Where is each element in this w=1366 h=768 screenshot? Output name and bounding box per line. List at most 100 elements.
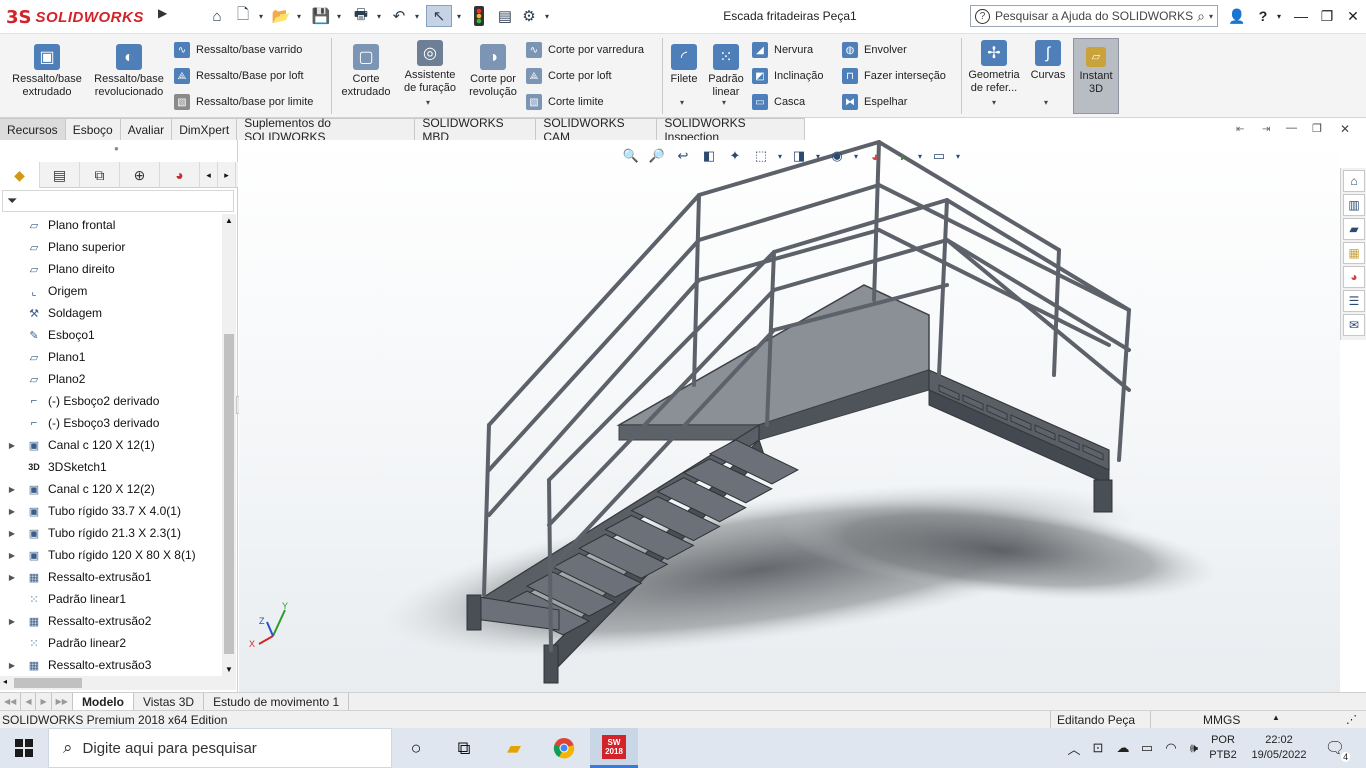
configuration-manager-icon[interactable]: ⧉ (80, 162, 120, 188)
tab-mbd[interactable]: SOLIDWORKS MBD (415, 116, 537, 144)
close-button[interactable]: ✕ (1340, 5, 1366, 27)
tree-item[interactable]: ▱ Plano frontal (0, 214, 222, 236)
clock[interactable]: 22:02 19/05/2022 (1244, 728, 1314, 768)
tree-vertical-scrollbar[interactable]: ▲ ▼ (222, 214, 236, 676)
chevron-down-icon[interactable]: ▾ (1209, 12, 1213, 21)
shell-button[interactable]: ▭ Casca (752, 92, 805, 112)
scrollbar-thumb[interactable] (14, 678, 82, 688)
display-manager-icon[interactable]: ◕ (160, 162, 200, 188)
print-icon[interactable]: 🖶 (350, 5, 372, 27)
staircase-model[interactable] (239, 140, 1340, 692)
expand-arrow-icon[interactable]: ▶ (6, 551, 18, 560)
volume-icon[interactable]: 🕪 (1184, 728, 1204, 768)
tab-dimxpert[interactable]: DimXpert (172, 118, 238, 140)
chevron-down-icon[interactable]: ▾ (454, 5, 464, 27)
lofted-cut-button[interactable]: ⟁ Corte por loft (526, 66, 612, 86)
design-library-icon[interactable]: ▥ (1343, 194, 1365, 216)
previous-view-icon[interactable]: ↩ (672, 146, 694, 166)
expand-arrow-icon[interactable]: ▶ (6, 485, 18, 494)
restore-button[interactable]: ❐ (1314, 5, 1340, 27)
chevron-down-icon[interactable]: ▾ (542, 5, 552, 27)
view-prev-icon[interactable]: ⇤ (1236, 124, 1248, 138)
linear-pattern-button[interactable]: ⁙ Padrão linear (704, 40, 748, 99)
help-search-field[interactable]: ? Pesquisar a Ajuda do SOLIDWORKS ⌕ ▾ (970, 5, 1218, 27)
chevron-down-icon[interactable]: ▾ (776, 146, 784, 166)
apply-scene-icon[interactable]: ◑ (890, 146, 912, 166)
viewport-minimize-button[interactable]: — (1286, 122, 1300, 136)
new-document-icon[interactable]: 🗋 (232, 5, 254, 27)
scrollbar-thumb[interactable] (224, 334, 234, 654)
search-icon[interactable]: ⌕ (1197, 8, 1205, 25)
tree-item[interactable]: ▶ ▣ Tubo rígido 120 X 80 X 8(1) (0, 544, 222, 566)
mirror-button[interactable]: ⧓ Espelhar (842, 92, 907, 112)
wifi-icon[interactable]: ◠ (1160, 728, 1182, 768)
taskbar-search-input[interactable]: Digite aqui para pesquisar (83, 740, 257, 757)
viewport-restore-button[interactable]: ❐ (1312, 122, 1326, 136)
chevron-down-icon[interactable]: ▾ (334, 5, 344, 27)
display-style-icon[interactable]: ◨ (788, 146, 810, 166)
tab-avaliar[interactable]: Avaliar (120, 118, 173, 140)
filter-icon[interactable]: ⏷ (7, 193, 17, 209)
extruded-cut-button[interactable]: ▢ Corte extrudado (336, 40, 396, 99)
expand-arrow-icon[interactable]: ▶ (6, 441, 18, 450)
tab-scroll-last-icon[interactable]: ▶▶ (52, 692, 73, 711)
scroll-left-icon[interactable]: ◂ (3, 677, 7, 686)
tab-modelo[interactable]: Modelo (72, 692, 134, 711)
lofted-boss-button[interactable]: ⟁ Ressalto/Base por loft (174, 66, 304, 86)
tree-horizontal-scrollbar[interactable]: ◂ (0, 676, 236, 690)
chevron-down-icon[interactable]: ▾ (294, 5, 304, 27)
property-manager-icon[interactable]: ▤ (40, 162, 80, 188)
rebuild-icon[interactable] (468, 5, 490, 27)
tree-item[interactable]: ▱ Plano superior (0, 236, 222, 258)
chevron-down-icon[interactable]: ▾ (954, 146, 962, 166)
solidworks-logo[interactable]: 3S SOLIDWORKS (6, 4, 156, 30)
zoom-to-fit-icon[interactable]: 🔍 (620, 146, 642, 166)
panel-splitter-handle[interactable]: ● (114, 144, 119, 153)
menu-expand-arrow-icon[interactable]: ▶ (158, 6, 174, 28)
graphics-area[interactable]: Y X Z (239, 140, 1340, 692)
forum-icon[interactable]: ✉ (1343, 314, 1365, 336)
tree-item[interactable]: ▶ ▣ Tubo rígido 21.3 X 2.3(1) (0, 522, 222, 544)
tree-item[interactable]: ▱ Plano direito (0, 258, 222, 280)
onedrive-icon[interactable]: ☁ (1112, 728, 1134, 768)
appearances-icon[interactable]: ◕ (1343, 266, 1365, 288)
notification-center-icon[interactable]: 🗨 4 (1322, 728, 1351, 768)
expand-arrow-icon[interactable]: ▶ (6, 617, 18, 626)
tree-item[interactable]: ▶ ▣ Tubo rígido 33.7 X 4.0(1) (0, 500, 222, 522)
section-view-icon[interactable]: ◧ (698, 146, 720, 166)
chevron-up-icon[interactable]: ▲ (1272, 713, 1280, 722)
instant3d-button[interactable]: ▱ Instant 3D (1073, 38, 1119, 114)
chevron-down-icon[interactable]: ▾ (992, 98, 996, 107)
custom-properties-icon[interactable]: ☰ (1343, 290, 1365, 312)
select-icon[interactable]: ↖ (426, 5, 452, 27)
scroll-down-icon[interactable]: ▼ (225, 665, 233, 674)
view-orientation-icon[interactable]: ⬚ (750, 146, 772, 166)
tab-cam[interactable]: SOLIDWORKS CAM (536, 116, 658, 144)
chevron-down-icon[interactable]: ▾ (722, 98, 726, 107)
expand-arrow-icon[interactable]: ▶ (6, 507, 18, 516)
boundary-cut-button[interactable]: ▧ Corte limite (526, 92, 604, 112)
tree-filter-bar[interactable]: ⏷ (2, 190, 234, 212)
tree-item[interactable]: ▶ ▦ Ressalto-extrusão3 (0, 654, 222, 676)
revolved-boss-button[interactable]: ◐ Ressalto/base revolucionado (88, 40, 170, 99)
tree-item[interactable]: ▱ Plano2 (0, 368, 222, 390)
windows-start-icon[interactable] (0, 728, 48, 768)
tab-scroll-next-icon[interactable]: ▶ (36, 692, 52, 711)
sw-resources-icon[interactable]: ⌂ (1343, 170, 1365, 192)
extruded-boss-button[interactable]: ▣ Ressalto/base extrudado (8, 40, 86, 99)
tree-item[interactable]: ▱ Plano1 (0, 346, 222, 368)
view-palette-icon[interactable]: ▦ (1343, 242, 1365, 264)
language-indicator[interactable]: POR PTB2 (1206, 728, 1240, 768)
fillet-button[interactable]: ◜ Filete (666, 40, 702, 86)
file-explorer-taskbar-icon[interactable]: ▰ (490, 728, 538, 768)
tree-item[interactable]: ⁙ Padrão linear1 (0, 588, 222, 610)
chevron-down-icon[interactable]: ▾ (374, 5, 384, 27)
minimize-button[interactable]: — (1288, 5, 1314, 27)
hole-wizard-button[interactable]: ◎ Assistente de furação (398, 36, 462, 95)
expand-arrow-icon[interactable]: ▶ (6, 661, 18, 670)
intersect-button[interactable]: ⊓ Fazer interseção (842, 66, 946, 86)
dimxpert-manager-icon[interactable]: ⊕ (120, 162, 160, 188)
help-search-input[interactable]: Pesquisar a Ajuda do SOLIDWORKS (995, 9, 1197, 23)
viewport-close-button[interactable]: ✕ (1340, 122, 1354, 136)
resize-grip-icon[interactable]: ⋰ (1346, 713, 1357, 726)
